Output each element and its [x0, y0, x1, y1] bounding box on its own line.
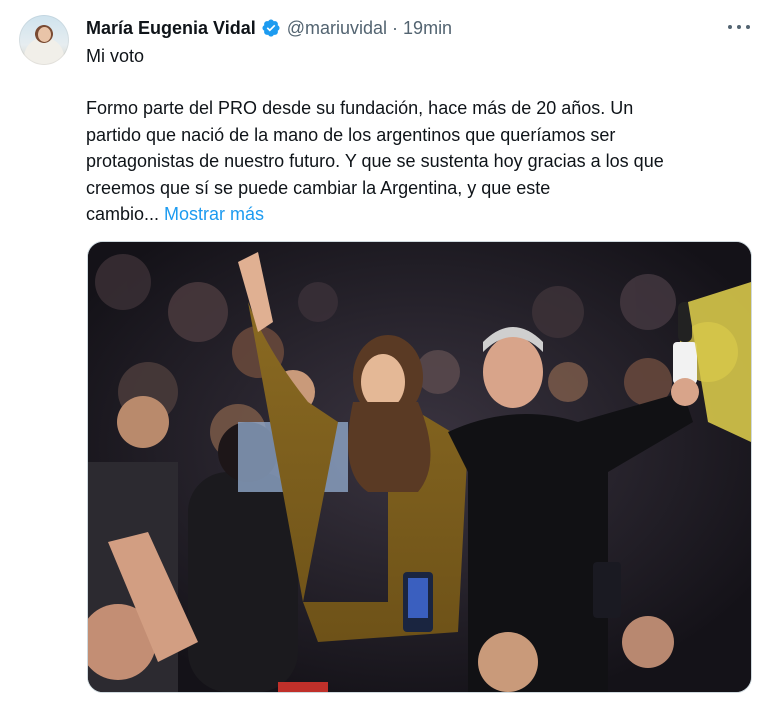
tweet-body-last-line: cambio... Mostrar más	[86, 201, 726, 228]
author-name[interactable]: María Eugenia Vidal	[86, 18, 256, 39]
tweet-header: María Eugenia Vidal @mariuvidal · 19min	[86, 17, 452, 39]
more-dot	[746, 25, 750, 29]
tweet-body-line: Formo parte del PRO desde su fundación, …	[86, 98, 634, 118]
tweet-body-line: protagonistas de nuestro futuro. Y que s…	[86, 151, 664, 171]
more-dots-icon[interactable]	[728, 19, 750, 35]
photo-illustration	[88, 242, 751, 692]
tweet: María Eugenia Vidal @mariuvidal · 19min …	[0, 0, 770, 704]
author-avatar[interactable]	[19, 15, 69, 65]
tweet-photo[interactable]	[87, 241, 752, 693]
more-dot	[728, 25, 732, 29]
more-dot	[737, 25, 741, 29]
tweet-body: Formo parte del PRO desde su fundación, …	[86, 95, 726, 228]
avatar-face	[38, 27, 51, 42]
show-more-link[interactable]: Mostrar más	[164, 204, 264, 224]
verified-badge-icon	[262, 19, 280, 37]
tweet-first-line: Mi voto	[86, 46, 145, 66]
tweet-body-line: partido que nació de la mano de los arge…	[86, 124, 616, 145]
separator-dot: ·	[392, 17, 399, 38]
tweet-body-line: creemos que sí se puede cambiar la Argen…	[86, 177, 551, 198]
truncated-text: cambio...	[86, 204, 160, 224]
author-handle[interactable]: @mariuvidal	[287, 18, 387, 39]
tweet-timestamp[interactable]: 19min	[403, 18, 452, 39]
